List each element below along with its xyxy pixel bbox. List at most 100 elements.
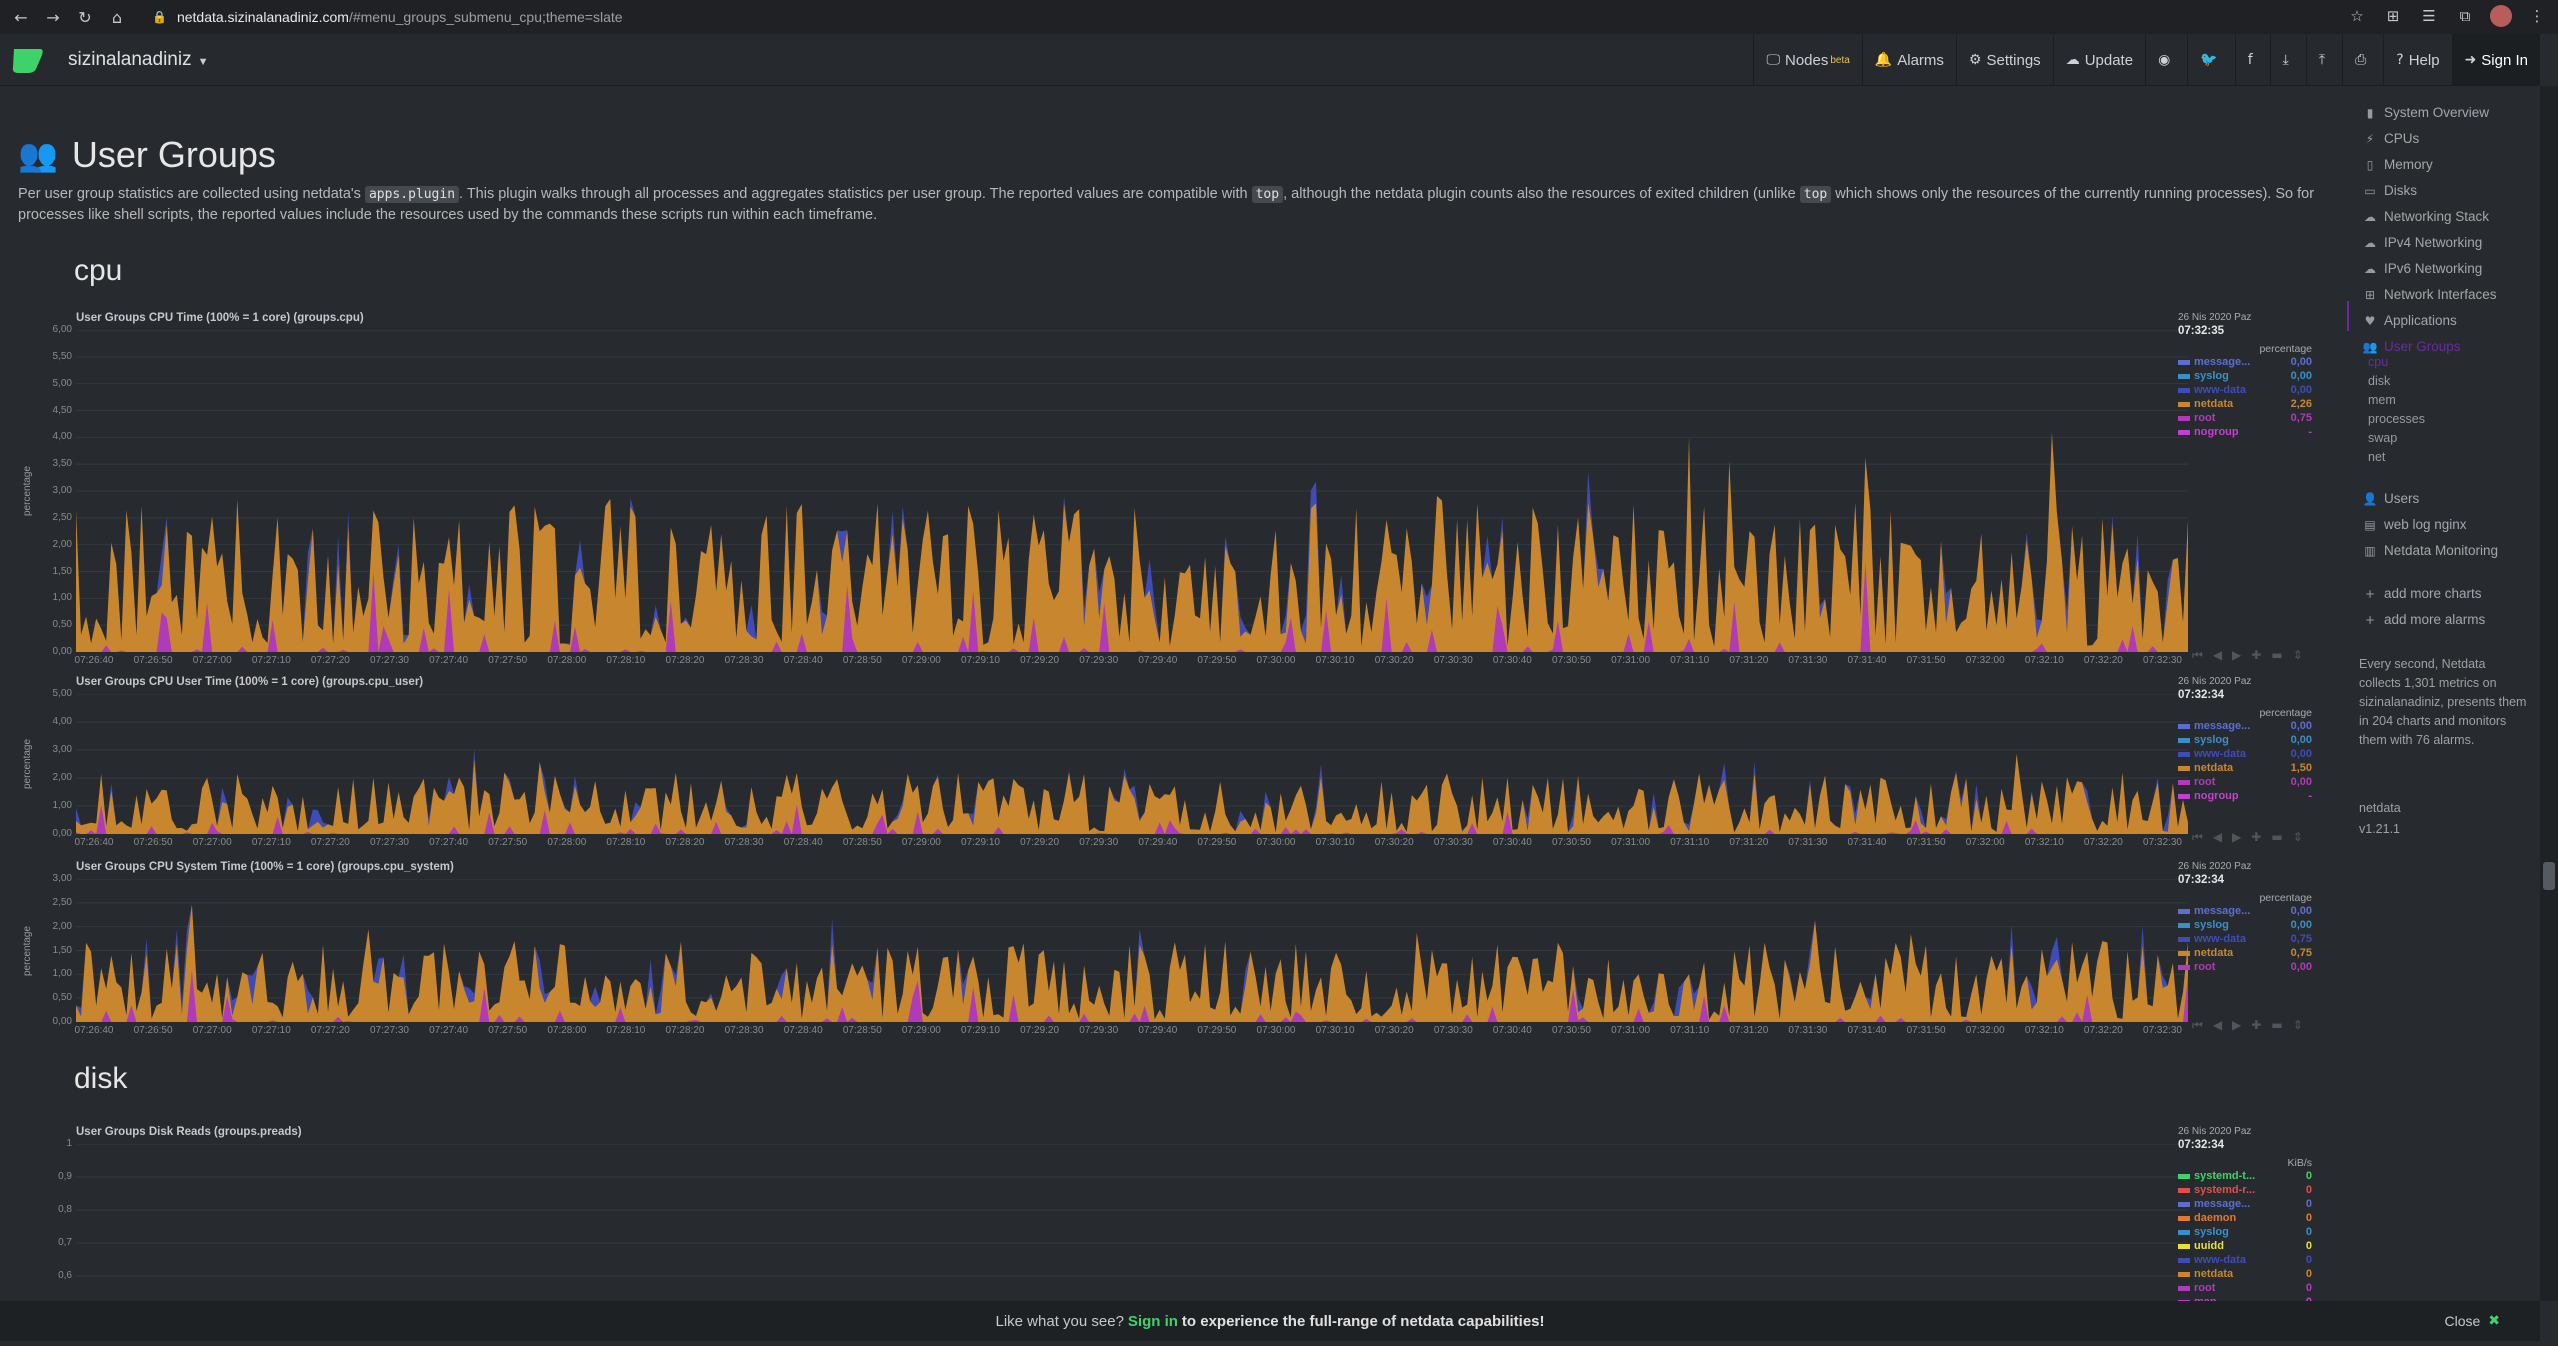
chart-reset-icon[interactable]: ⏮ <box>2192 1018 2203 1033</box>
chart-zoom-in-icon[interactable]: ✚ <box>2251 648 2261 663</box>
chart-resize-icon[interactable]: ⇕ <box>2293 830 2303 845</box>
legend-item[interactable]: nogroup - <box>2178 425 2312 439</box>
chart-plot-area[interactable] <box>76 330 2188 652</box>
chart-plot-area[interactable] <box>76 1144 2188 1324</box>
chart-zoom-out-icon[interactable]: ▬ <box>2271 648 2282 663</box>
nav-update-button[interactable]: ☁ Update <box>2052 34 2145 86</box>
chart-zoom-in-icon[interactable]: ✚ <box>2251 830 2261 845</box>
sidebar-subitem-swap[interactable]: swap <box>2368 431 2397 445</box>
legend-item[interactable]: netdata 1,50 <box>2178 761 2312 775</box>
legend-item[interactable]: nogroup - <box>2178 789 2312 803</box>
chart-zoom-out-icon[interactable]: ▬ <box>2271 830 2282 845</box>
legend-item[interactable]: www-data 0,75 <box>2178 932 2312 946</box>
sidebar-subitem-cpu[interactable]: cpu <box>2368 355 2388 369</box>
nav-facebook-button[interactable]: f <box>2234 34 2270 86</box>
chart-resize-icon[interactable]: ⇕ <box>2293 1018 2303 1033</box>
chart-pan-left-icon[interactable]: ◀ <box>2213 648 2222 663</box>
add-charts-link[interactable]: + add more charts <box>2362 586 2482 601</box>
nav-alarms-button[interactable]: 🔔 Alarms <box>1861 34 1956 86</box>
banner-close-button[interactable]: Close ✖ <box>2444 1313 2500 1329</box>
sidebar-item-netdata-monitoring[interactable]: ▥ Netdata Monitoring <box>2362 543 2498 558</box>
legend-item[interactable]: syslog 0 <box>2178 1225 2312 1239</box>
reading-list-icon[interactable]: ☰ <box>2418 5 2440 27</box>
chart-zoom-in-icon[interactable]: ✚ <box>2251 1018 2261 1033</box>
legend-item[interactable]: www-data 0 <box>2178 1253 2312 1267</box>
sidebar-item-ipv6-networking[interactable]: ☁ IPv6 Networking <box>2362 261 2482 276</box>
address-bar[interactable]: 🔒 netdata.sizinalanadiniz.com/#menu_grou… <box>144 4 2374 30</box>
netdata-logo-icon[interactable] <box>10 45 46 75</box>
chart-reset-icon[interactable]: ⏮ <box>2192 830 2203 845</box>
nav-print-button[interactable]: ⎙ <box>2342 34 2383 86</box>
nav-twitter-button[interactable]: 🐦 <box>2187 34 2234 86</box>
sidebar-item-web-log-nginx[interactable]: ▤ web log nginx <box>2362 517 2466 532</box>
chart-pan-left-icon[interactable]: ◀ <box>2213 1018 2222 1033</box>
sidebar-item-memory[interactable]: ▯ Memory <box>2362 157 2433 172</box>
legend-item[interactable]: netdata 0 <box>2178 1267 2312 1281</box>
forward-icon[interactable]: → <box>42 6 64 28</box>
sidebar-item-cpus[interactable]: ⚡ CPUs <box>2362 131 2419 146</box>
legend-item[interactable]: uuidd 0 <box>2178 1239 2312 1253</box>
legend-item[interactable]: syslog 0,00 <box>2178 918 2312 932</box>
nav-nodes-button[interactable]: 🖵 Nodes beta <box>1753 34 1861 86</box>
legend-item[interactable]: systemd-t... 0 <box>2178 1169 2312 1183</box>
banner-signin-link[interactable]: Sign in <box>1128 1313 1178 1330</box>
sidebar-item-user-groups[interactable]: 👥 User Groups <box>2362 339 2461 354</box>
sidebar-item-applications[interactable]: ♥ Applications <box>2362 313 2457 328</box>
legend-item[interactable]: syslog 0,00 <box>2178 733 2312 747</box>
chart-x-tick: 07:30:10 <box>1315 655 1355 666</box>
legend-item[interactable]: message... 0,00 <box>2178 355 2312 369</box>
sidebar-subitem-mem[interactable]: mem <box>2368 393 2396 407</box>
legend-item[interactable]: systemd-r... 0 <box>2178 1183 2312 1197</box>
legend-item[interactable]: root 0,00 <box>2178 960 2312 974</box>
star-icon[interactable]: ☆ <box>2346 5 2368 27</box>
legend-item[interactable]: www-data 0,00 <box>2178 747 2312 761</box>
nav-github-button[interactable]: ◉ <box>2145 34 2187 86</box>
sidebar-subitem-disk[interactable]: disk <box>2368 374 2390 388</box>
chart-plot-area[interactable] <box>76 694 2188 834</box>
hostname-dropdown[interactable]: sizinalanadiniz ▼ <box>68 49 208 71</box>
sidebar-subitem-processes[interactable]: processes <box>2368 412 2425 426</box>
sidebar-item-ipv4-networking[interactable]: ☁ IPv4 Networking <box>2362 235 2482 250</box>
legend-item[interactable]: message... 0 <box>2178 1197 2312 1211</box>
add-alarms-link[interactable]: + add more alarms <box>2362 612 2485 627</box>
scrollbar-thumb[interactable] <box>2543 862 2555 890</box>
chart-pan-right-icon[interactable]: ▶ <box>2232 648 2241 663</box>
chart-y-tick: 0,50 <box>52 992 72 1004</box>
chart-pan-right-icon[interactable]: ▶ <box>2232 1018 2241 1033</box>
sidebar-subitem-net[interactable]: net <box>2368 450 2385 464</box>
legend-item[interactable]: www-data 0,00 <box>2178 383 2312 397</box>
legend-item[interactable]: root 0,75 <box>2178 411 2312 425</box>
legend-item[interactable]: netdata 0,75 <box>2178 946 2312 960</box>
chart-plot-area[interactable] <box>76 879 2188 1022</box>
legend-item[interactable]: daemon 0 <box>2178 1211 2312 1225</box>
reload-icon[interactable]: ↻ <box>74 6 96 28</box>
back-icon[interactable]: ← <box>10 6 32 28</box>
sidebar-item-system-overview[interactable]: ▮ System Overview <box>2362 105 2489 120</box>
page-scrollbar[interactable] <box>2540 86 2558 1301</box>
extensions-icon[interactable]: ⧉ <box>2454 5 2476 27</box>
chart-pan-right-icon[interactable]: ▶ <box>2232 830 2241 845</box>
nav-download-button[interactable]: ⤓ <box>2269 34 2306 86</box>
sidebar-item-networking-stack[interactable]: ☁ Networking Stack <box>2362 209 2489 224</box>
translate-icon[interactable]: ⊞ <box>2382 5 2404 27</box>
chart-reset-icon[interactable]: ⏮ <box>2192 648 2203 663</box>
sidebar-item-disks[interactable]: ▭ Disks <box>2362 183 2417 198</box>
sidebar-item-network-interfaces[interactable]: ⊞ Network Interfaces <box>2362 287 2497 302</box>
legend-item[interactable]: netdata 2,26 <box>2178 397 2312 411</box>
legend-item[interactable]: syslog 0,00 <box>2178 369 2312 383</box>
sidebar-item-users[interactable]: 👤 Users <box>2362 491 2420 506</box>
nav-upload-button[interactable]: ⤒ <box>2305 34 2342 86</box>
legend-item[interactable]: root 0,00 <box>2178 775 2312 789</box>
menu-dots-icon[interactable]: ⋮ <box>2526 5 2548 27</box>
chart-zoom-out-icon[interactable]: ▬ <box>2271 1018 2282 1033</box>
profile-avatar[interactable] <box>2490 5 2512 27</box>
nav-help-button[interactable]: ? Help <box>2383 34 2451 86</box>
legend-item[interactable]: root 0 <box>2178 1281 2312 1295</box>
nav-sign-in-button[interactable]: ➜ Sign In <box>2451 34 2540 86</box>
chart-pan-left-icon[interactable]: ◀ <box>2213 830 2222 845</box>
home-icon[interactable]: ⌂ <box>106 6 128 28</box>
legend-item[interactable]: message... 0,00 <box>2178 719 2312 733</box>
legend-item[interactable]: message... 0,00 <box>2178 904 2312 918</box>
nav-settings-button[interactable]: ⚙ Settings <box>1955 34 2053 86</box>
chart-resize-icon[interactable]: ⇕ <box>2293 648 2303 663</box>
